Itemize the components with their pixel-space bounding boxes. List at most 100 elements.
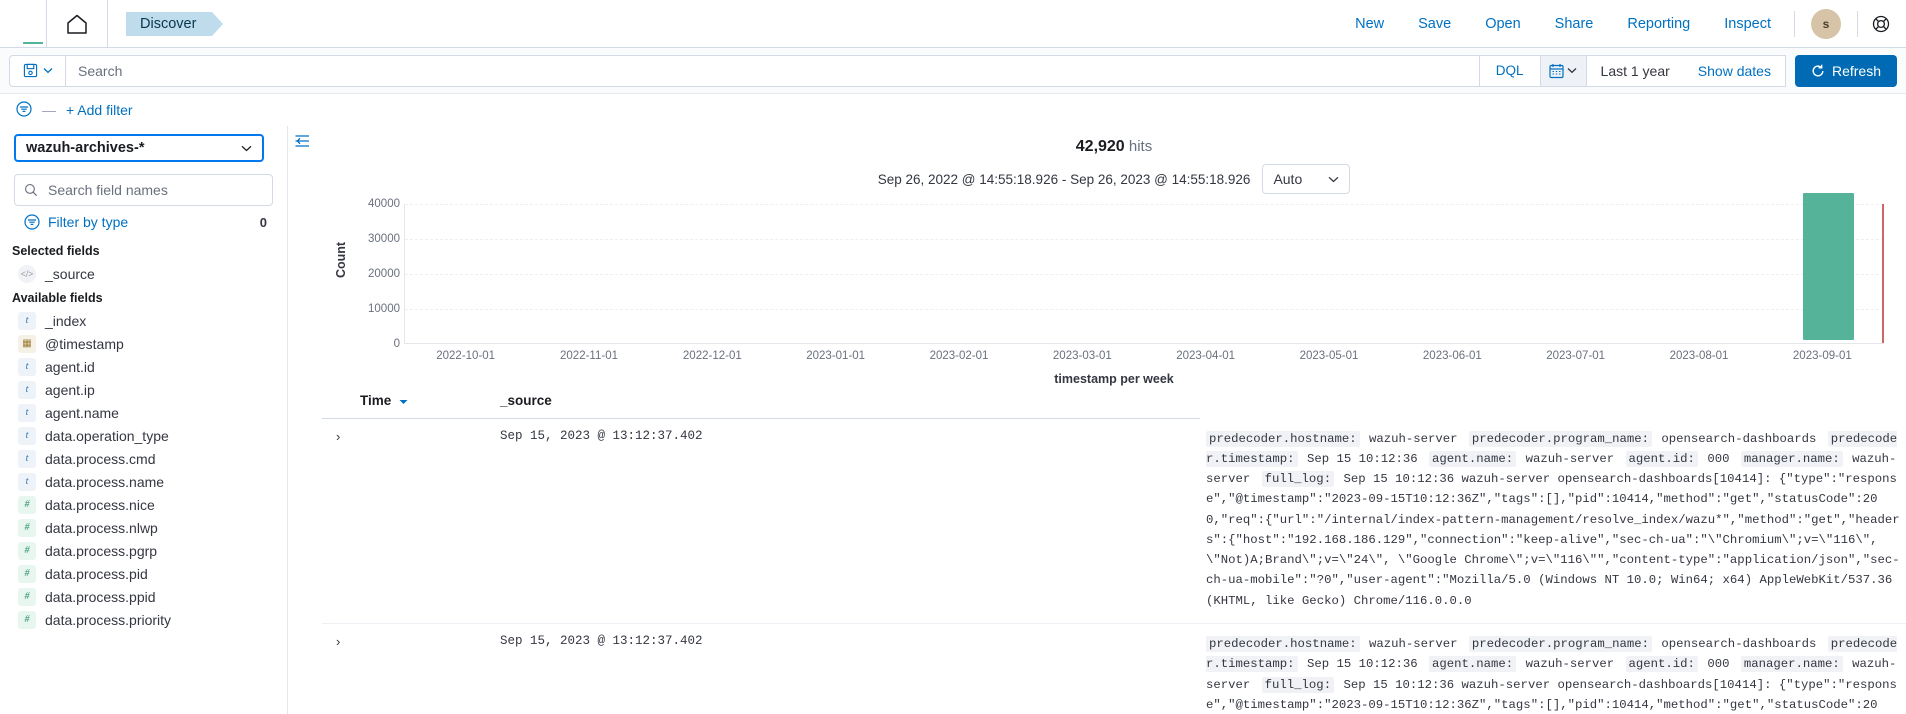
index-pattern-selector[interactable]: wazuh-archives-* [14,134,264,162]
field-label: data.process.name [45,473,165,490]
date-range-value[interactable]: Last 1 year [1587,63,1684,79]
x-axis-tick: 2023-06-01 [1422,350,1482,362]
reporting-button[interactable]: Reporting [1610,16,1707,32]
available-field-data.process.nice[interactable]: # data.process.nice [10,493,277,516]
available-field-data.process.ppid[interactable]: # data.process.ppid [10,585,277,608]
available-field-data.process.name[interactable]: t data.process.name [10,470,277,493]
available-field-data.process.pid[interactable]: # data.process.pid [10,562,277,585]
interval-value: Auto [1273,171,1303,187]
expand-row-button[interactable]: › [322,623,494,714]
save-button[interactable]: Save [1401,16,1468,32]
available-field-data.process.priority[interactable]: # data.process.priority [10,608,277,631]
source-field-value: 000 [1699,657,1737,672]
calendar-icon-button[interactable] [1540,55,1587,86]
y-axis-tick: 0 [393,338,400,350]
histogram-chart[interactable]: Count 0 10000 20000 30000 40000 timestamp pe… [322,193,1906,386]
nav-divider-3 [1794,10,1795,37]
available-field-data.process.cmd[interactable]: t data.process.cmd [10,447,277,470]
histogram-bar[interactable] [1802,193,1855,340]
x-axis-tick: 2023-08-01 [1669,350,1729,362]
available-field-agent.id[interactable]: t agent.id [10,355,277,378]
chevron-down-icon [43,68,52,74]
chevron-down-icon [1567,68,1577,74]
filter-by-type-count: 0 [259,214,267,230]
source-field-value: 000 [1699,451,1737,466]
inspect-button[interactable]: Inspect [1707,16,1788,32]
available-field-data.operation_type[interactable]: t data.operation_type [10,424,277,447]
sidebar-collapse-button[interactable] [288,126,316,714]
available-field-data.process.nlwp[interactable]: # data.process.nlwp [10,516,277,539]
share-button[interactable]: Share [1538,16,1611,32]
help-icon[interactable] [1864,15,1898,33]
number-type-icon: # [18,564,36,583]
number-type-icon: # [18,518,36,537]
saved-query-button[interactable] [9,54,65,87]
column-header-source[interactable]: _source [494,385,1200,419]
interval-select[interactable]: Auto [1262,164,1351,194]
row-time: Sep 15, 2023 @ 13:12:37.402 [494,418,1200,625]
hits-count: 42,920 hits [322,126,1906,156]
source-field-value: wazuh-server [1518,657,1622,672]
x-axis-tick: 2023-02-01 [929,350,989,362]
field-label: data.process.pid [45,565,148,582]
source-field-value: opensearch-dashboards [1654,637,1824,652]
available-field-@timestamp[interactable]: ▦ @timestamp [10,332,277,355]
available-field-_index[interactable]: t _index [10,309,277,332]
row-source: predecoder.hostname: wazuh-server predec… [1200,623,1906,714]
number-type-icon: # [18,541,36,560]
y-axis-tick: 10000 [368,303,400,315]
x-axis-tick: 2023-05-01 [1299,350,1359,362]
x-axis-tick: 2023-04-01 [1176,350,1236,362]
string-type-icon: t [18,472,36,491]
source-field-value: wazuh-server [1361,637,1465,652]
search-field-names-input[interactable] [46,181,263,199]
x-axis-tick: 2022-11-01 [560,350,618,362]
new-button[interactable]: New [1338,16,1401,32]
time-boundary-marker [1882,204,1884,343]
expand-row-button[interactable]: › [322,418,494,625]
field-label: data.process.pgrp [45,542,158,559]
documents-table-wrapper: Time _source › Sep 15, 2023 @ 13:12:37.40… [322,385,1906,714]
field-label: agent.id [45,358,95,375]
refresh-icon [1812,64,1824,76]
source-field-name: agent.name: [1429,656,1517,673]
field-search-wrapper [14,174,273,206]
add-filter-button[interactable]: + Add filter [66,102,133,118]
main-area: wazuh-archives-* Filter by type 0 Select… [0,126,1906,714]
breadcrumb-discover[interactable]: Discover [126,11,224,36]
table-header-row: Time _source [322,385,1906,419]
field-label: @timestamp [45,335,124,352]
filter-options-icon[interactable] [16,100,32,120]
avatar[interactable]: s [1811,8,1841,39]
open-button[interactable]: Open [1468,16,1537,32]
gridline [405,239,1884,240]
source-field-value: Sep 15 10:12:36 [1299,657,1426,672]
refresh-button[interactable]: Refresh [1794,54,1897,87]
source-field-name: full_log: [1261,471,1335,488]
selected-field-_source[interactable]: </> _source [10,262,277,285]
query-language-button[interactable]: DQL [1478,55,1540,86]
field-label: data.process.nice [45,496,155,513]
source-field-name: agent.name: [1429,450,1517,467]
column-header-time[interactable]: Time [322,385,494,419]
string-type-icon: t [18,403,36,422]
available-field-data.process.pgrp[interactable]: # data.process.pgrp [10,539,277,562]
selected-fields-list: </> _source [10,262,277,285]
gridline [405,204,1884,205]
home-icon[interactable] [47,14,107,34]
available-fields-list: t _index ▦ @timestamp t agent.id t agent.ip t age… [10,309,277,631]
available-field-agent.name[interactable]: t agent.name [10,401,277,424]
show-dates-button[interactable]: Show dates [1684,63,1785,79]
source-type-icon: </> [18,264,36,283]
table-row: › Sep 15, 2023 @ 13:12:37.402 predecoder.h… [322,418,1906,625]
source-field-name: predecoder.hostname: [1206,636,1360,653]
documents-table: Time _source › Sep 15, 2023 @ 13:12:37.40… [322,385,1906,714]
filter-bar: — + Add filter [0,94,1906,126]
gridline [405,309,1884,310]
filter-by-type-button[interactable]: Filter by type 0 [10,206,277,238]
selected-fields-title: Selected fields [12,244,100,258]
field-label: agent.name [45,404,119,421]
available-field-agent.ip[interactable]: t agent.ip [10,378,277,401]
search-input[interactable] [66,55,1479,86]
chevron-down-icon [241,145,252,151]
